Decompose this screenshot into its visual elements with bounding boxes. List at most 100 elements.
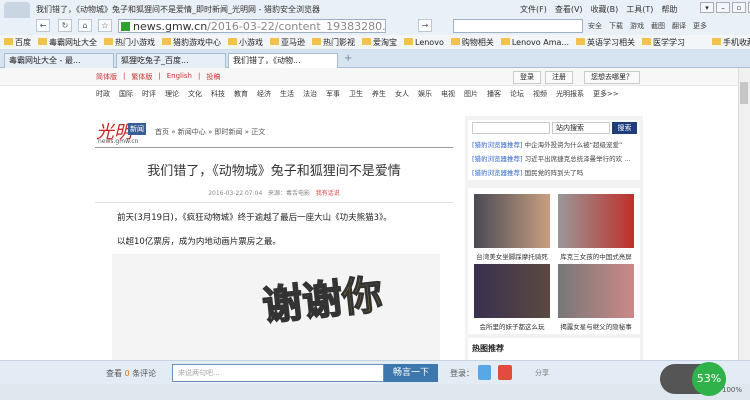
tool-games[interactable]: 游戏 [630, 21, 644, 31]
channel[interactable]: 论坛 [510, 89, 524, 99]
channel[interactable]: 生活 [280, 89, 294, 99]
channel[interactable]: 光明报系 [556, 89, 584, 99]
link-english[interactable]: English [167, 72, 192, 82]
back-icon[interactable]: ← [36, 19, 50, 32]
search-scope-select[interactable]: 站内搜索 [552, 122, 610, 134]
menu-file[interactable]: 文件(F) [520, 4, 547, 15]
menu-tools[interactable]: 工具(T) [626, 4, 653, 15]
hot-pictures-heading: 热图推荐 [472, 344, 504, 353]
bookmark[interactable]: 英语学习相关 [576, 35, 635, 49]
bookmark[interactable]: 热门影视 [312, 35, 355, 49]
bookmark[interactable]: 猎豹游戏中心 [162, 35, 221, 49]
photo-thumb[interactable] [558, 264, 634, 318]
channel[interactable]: 图片 [464, 89, 478, 99]
register-button[interactable]: 注册 [545, 71, 573, 84]
new-tab-icon[interactable]: + [344, 53, 352, 64]
window-title: 我们错了，《动物城》兔子和狐狸间不是爱情_即时新闻_光明网 - 猎豹安全浏览器 [36, 5, 320, 14]
bookmark-icon [38, 38, 47, 45]
forward-icon[interactable]: → [418, 19, 432, 32]
channel[interactable]: 养生 [372, 89, 386, 99]
comment-submit-button[interactable]: 畅言一下 [384, 364, 438, 382]
photo-thumb[interactable] [474, 194, 550, 248]
scrollbar[interactable] [738, 68, 750, 360]
tool-download[interactable]: 下载 [609, 21, 623, 31]
tool-screenshot[interactable]: 截图 [651, 21, 665, 31]
bookmark[interactable]: 小游戏 [228, 35, 263, 49]
photo-thumb[interactable] [474, 264, 550, 318]
bookmark[interactable]: 亚马逊 [270, 35, 305, 49]
channel[interactable]: 女人 [395, 89, 409, 99]
channel[interactable]: 播客 [487, 89, 501, 99]
bookmark-icon [270, 38, 279, 45]
bookmark[interactable]: 购物相关 [450, 35, 494, 49]
link-traditional[interactable]: 繁体版 [131, 72, 152, 82]
channel[interactable]: 电视 [441, 89, 455, 99]
channel[interactable]: 文化 [188, 89, 202, 99]
weibo-icon[interactable] [498, 365, 512, 380]
share-button[interactable]: 分享 [535, 368, 549, 378]
menu-view[interactable]: 查看(V) [555, 4, 583, 15]
correction-link[interactable]: 我有话说 [316, 190, 340, 197]
bookmark-icon [362, 38, 371, 45]
menu-help[interactable]: 帮助 [661, 4, 677, 15]
photo-caption[interactable]: 库克三女孩的中国式亮屏 [556, 251, 636, 261]
bookmark[interactable]: Lenovo Ama... [500, 35, 569, 49]
scrollbar-thumb[interactable] [740, 82, 748, 104]
photo-caption[interactable]: 会所里的妹子都这么玩 [472, 321, 552, 331]
photo-caption[interactable]: 台湾美女坐脚踩摩托骑死 [472, 251, 552, 261]
paragraph: 前天(3月19日)，《疯狂动物城》终于逾越了最后一座大山《功夫熊猫3》。 [117, 213, 392, 223]
link-simplified[interactable]: 简体版 [96, 72, 117, 82]
menu-favorites[interactable]: 收藏(B) [591, 4, 619, 15]
channel[interactable]: 军事 [326, 89, 340, 99]
photo-caption[interactable]: 揭露女星与继父的隐秘事 [556, 321, 636, 331]
channel[interactable]: 理论 [165, 89, 179, 99]
tab-baidu[interactable]: 狐狸吃兔子_百度... [116, 53, 226, 68]
tool-more[interactable]: 更多 [693, 21, 707, 31]
channel[interactable]: 时政 [96, 89, 110, 99]
tab-duba[interactable]: 毒霸网址大全 - 最... [4, 53, 114, 68]
skin-button[interactable]: ▾ [700, 2, 714, 13]
refresh-icon[interactable]: ↻ [58, 19, 72, 32]
site-search-input[interactable] [472, 122, 550, 134]
comment-input[interactable]: 来说两句吧... [172, 364, 384, 382]
channel[interactable]: 教育 [234, 89, 248, 99]
login-button[interactable]: 登录 [513, 71, 541, 84]
bookmark[interactable]: 热门小游戏 [104, 35, 155, 49]
breadcrumb[interactable]: 首页 » 新闻中心 » 即时新闻 » 正文 [155, 127, 265, 137]
channel[interactable]: 卫生 [349, 89, 363, 99]
channel[interactable]: 科技 [211, 89, 225, 99]
zoom-level[interactable]: 100% [722, 386, 742, 394]
home-icon[interactable]: ⌂ [78, 19, 92, 32]
channel[interactable]: 更多>> [593, 89, 619, 99]
sidebar-link[interactable]: [猎豹浏览器推荐] 国民党的阵到头了吗 [472, 167, 583, 177]
destination-input[interactable]: 您想去哪里？ [584, 71, 640, 84]
comment-count[interactable]: 查看 0 条评论 [106, 368, 156, 379]
link-submit[interactable]: 投稿 [206, 72, 220, 82]
tool-translate[interactable]: 翻译 [672, 21, 686, 31]
channel[interactable]: 娱乐 [418, 89, 432, 99]
search-button[interactable]: 搜索 [612, 122, 637, 134]
qq-icon[interactable] [478, 365, 491, 380]
star-icon[interactable]: ☆ [98, 19, 112, 32]
channel[interactable]: 时评 [142, 89, 156, 99]
bookmark[interactable]: 爱淘宝 [362, 35, 397, 49]
tab-article[interactable]: 我们错了，《动物... [228, 53, 338, 68]
sidebar-link[interactable]: [猎豹浏览器推荐] 中企海外投资为什么被“超级宠爱” [472, 139, 622, 149]
bookmark[interactable]: Lenovo [404, 35, 444, 49]
memory-percent[interactable]: 53% [692, 362, 726, 396]
photo-thumb[interactable] [558, 194, 634, 248]
channel[interactable]: 经济 [257, 89, 271, 99]
channel[interactable]: 国际 [119, 89, 133, 99]
sidebar-link[interactable]: [猎豹浏览器推荐] 习近平出席捷克总统泽曼举行的欢 ... [472, 153, 630, 163]
address-bar[interactable]: news.gmw.cn/2016-03-22/content_19383280.… [118, 19, 386, 33]
bookmark[interactable]: 百度 [4, 35, 31, 49]
bookmark[interactable]: 毒霸网址大全 [38, 35, 97, 49]
minimize-button[interactable]: – [716, 2, 730, 13]
channel[interactable]: 法治 [303, 89, 317, 99]
bookmark[interactable]: 医学学习 [642, 35, 685, 49]
tool-security[interactable]: 安全 [588, 21, 602, 31]
maximize-button[interactable]: ▫ [732, 2, 746, 13]
channel[interactable]: 视频 [533, 89, 547, 99]
search-box[interactable] [453, 19, 583, 33]
bookmark[interactable]: 手机收藏 [712, 35, 750, 49]
